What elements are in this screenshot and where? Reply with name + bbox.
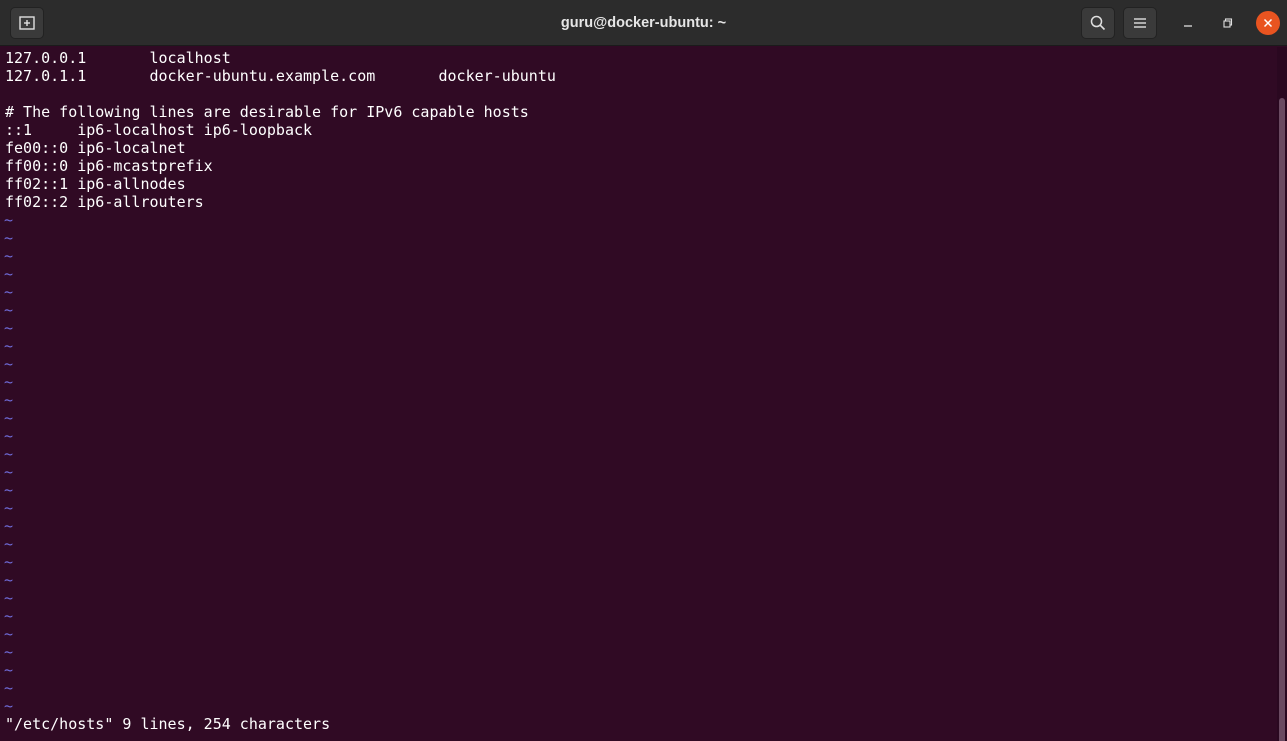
- empty-line-marker: ~: [4, 589, 14, 607]
- file-line: ff00::0 ip6-mcastprefix: [5, 157, 213, 175]
- empty-line-marker: ~: [4, 391, 14, 409]
- empty-line-marker: ~: [4, 517, 14, 535]
- empty-line-marker: ~: [4, 427, 14, 445]
- file-line: 127.0.0.1 localhost: [5, 49, 231, 67]
- file-line: ff02::2 ip6-allrouters: [5, 193, 204, 211]
- empty-line-marker: ~: [4, 643, 14, 661]
- file-line: 127.0.1.1 docker-ubuntu.example.com dock…: [5, 67, 556, 85]
- scrollbar-thumb[interactable]: [1279, 98, 1285, 741]
- maximize-icon: [1223, 18, 1233, 28]
- empty-line-marker: ~: [4, 481, 14, 499]
- empty-line-marker: ~: [4, 499, 14, 517]
- empty-line-marker: ~: [4, 247, 14, 265]
- empty-line-marker: ~: [4, 661, 14, 679]
- empty-line-marker: ~: [4, 553, 14, 571]
- file-line: fe00::0 ip6-localnet: [5, 139, 186, 157]
- empty-line-marker: ~: [4, 283, 14, 301]
- empty-line-marker: ~: [4, 337, 14, 355]
- empty-line-marker: ~: [4, 535, 14, 553]
- empty-line-marker: ~: [4, 373, 14, 391]
- empty-line-marker: ~: [4, 319, 14, 337]
- empty-line-marker: ~: [4, 625, 14, 643]
- scrollbar[interactable]: [1277, 47, 1287, 741]
- empty-line-marker: ~: [4, 571, 14, 589]
- empty-line-marker: ~: [4, 607, 14, 625]
- search-button[interactable]: [1081, 7, 1115, 39]
- empty-line-marker: ~: [4, 679, 14, 697]
- empty-line-marker: ~: [4, 355, 14, 373]
- terminal-content[interactable]: 127.0.0.1 localhost 127.0.1.1 docker-ubu…: [0, 47, 1277, 741]
- empty-line-marker: ~: [4, 463, 14, 481]
- new-tab-button[interactable]: [10, 7, 44, 39]
- title-bar[interactable]: guru@docker-ubuntu: ~: [0, 0, 1287, 46]
- empty-line-marker: ~: [4, 265, 14, 283]
- file-line: ff02::1 ip6-allnodes: [5, 175, 186, 193]
- close-button[interactable]: [1256, 11, 1280, 35]
- empty-line-marker: ~: [4, 409, 14, 427]
- search-icon: [1090, 15, 1106, 31]
- empty-line-marker: ~: [4, 445, 14, 463]
- terminal-window: guru@docker-ubuntu: ~ 127.0.0.1 localhos…: [0, 0, 1287, 741]
- vim-status-line: "/etc/hosts" 9 lines, 254 characters: [5, 715, 331, 733]
- empty-line-marker: ~: [4, 301, 14, 319]
- close-icon: [1263, 18, 1273, 28]
- empty-line-marker: ~: [4, 211, 14, 229]
- empty-line-marker: ~: [4, 229, 14, 247]
- empty-line-marker: ~: [4, 697, 14, 715]
- minimize-icon: [1184, 25, 1192, 27]
- file-line: ::1 ip6-localhost ip6-loopback: [5, 121, 313, 139]
- minimize-button[interactable]: [1176, 11, 1200, 35]
- file-line: # The following lines are desirable for …: [5, 103, 529, 121]
- maximize-button[interactable]: [1216, 11, 1240, 35]
- new-tab-icon: [19, 16, 35, 30]
- menu-button[interactable]: [1123, 7, 1157, 39]
- hamburger-menu-icon: [1134, 18, 1146, 28]
